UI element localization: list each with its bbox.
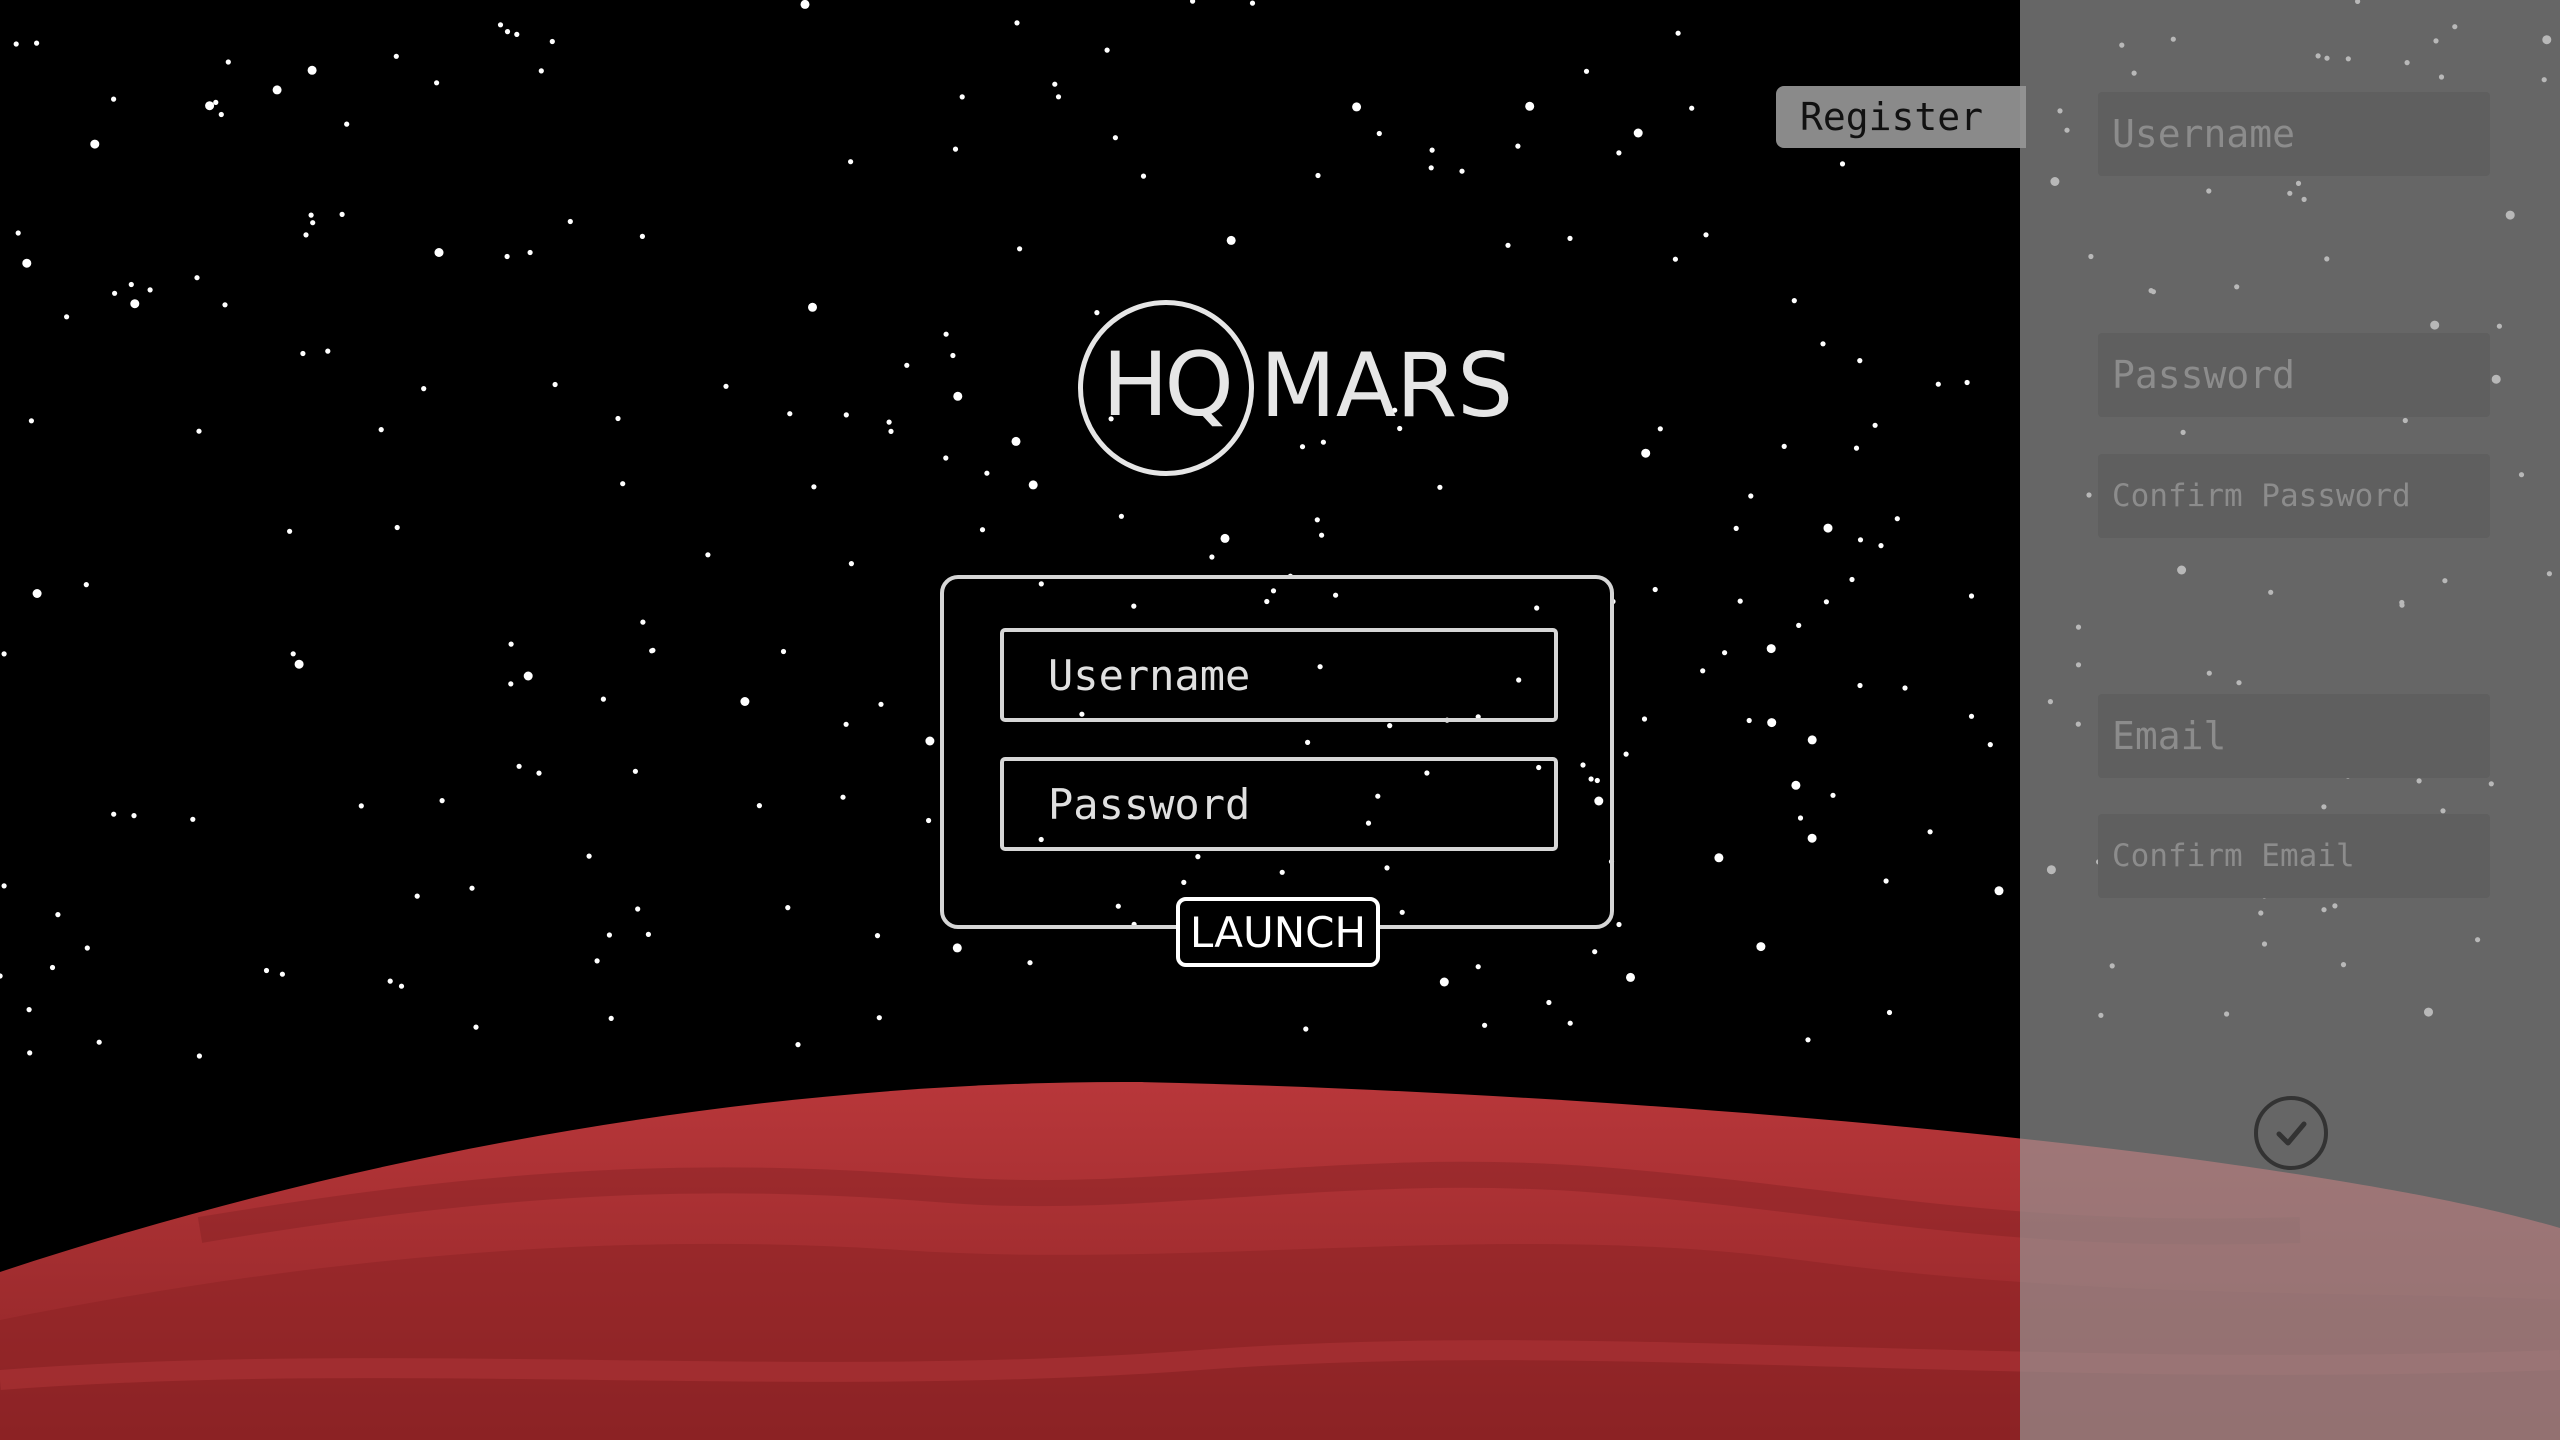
- login-username-placeholder: Username: [1048, 650, 1251, 700]
- login-username-input[interactable]: Username: [1000, 628, 1558, 722]
- register-tab[interactable]: Register: [1776, 86, 2026, 148]
- register-confirm-email-input[interactable]: Confirm Email: [2098, 814, 2490, 898]
- register-username-input[interactable]: Username: [2098, 92, 2490, 176]
- logo-mars-text: MARS: [1260, 334, 1514, 437]
- login-password-input[interactable]: Password: [1000, 757, 1558, 851]
- logo-hq-text: HQ: [1102, 333, 1233, 436]
- register-tab-label: Register: [1800, 95, 1984, 139]
- register-password-input[interactable]: Password: [2098, 333, 2490, 417]
- login-password-placeholder: Password: [1048, 779, 1251, 829]
- launch-button[interactable]: LAUNCH: [1176, 897, 1380, 967]
- register-email-input[interactable]: Email: [2098, 694, 2490, 778]
- checkmark-circle-icon: [2276, 1121, 2307, 1146]
- register-confirm-password-placeholder: Confirm Password: [2112, 478, 2411, 514]
- register-email-placeholder: Email: [2112, 714, 2227, 758]
- register-password-placeholder: Password: [2112, 353, 2296, 397]
- register-confirm-password-input[interactable]: Confirm Password: [2098, 454, 2490, 538]
- register-username-placeholder: Username: [2112, 112, 2296, 156]
- register-submit-button[interactable]: [2254, 1096, 2328, 1170]
- register-confirm-email-placeholder: Confirm Email: [2112, 838, 2355, 874]
